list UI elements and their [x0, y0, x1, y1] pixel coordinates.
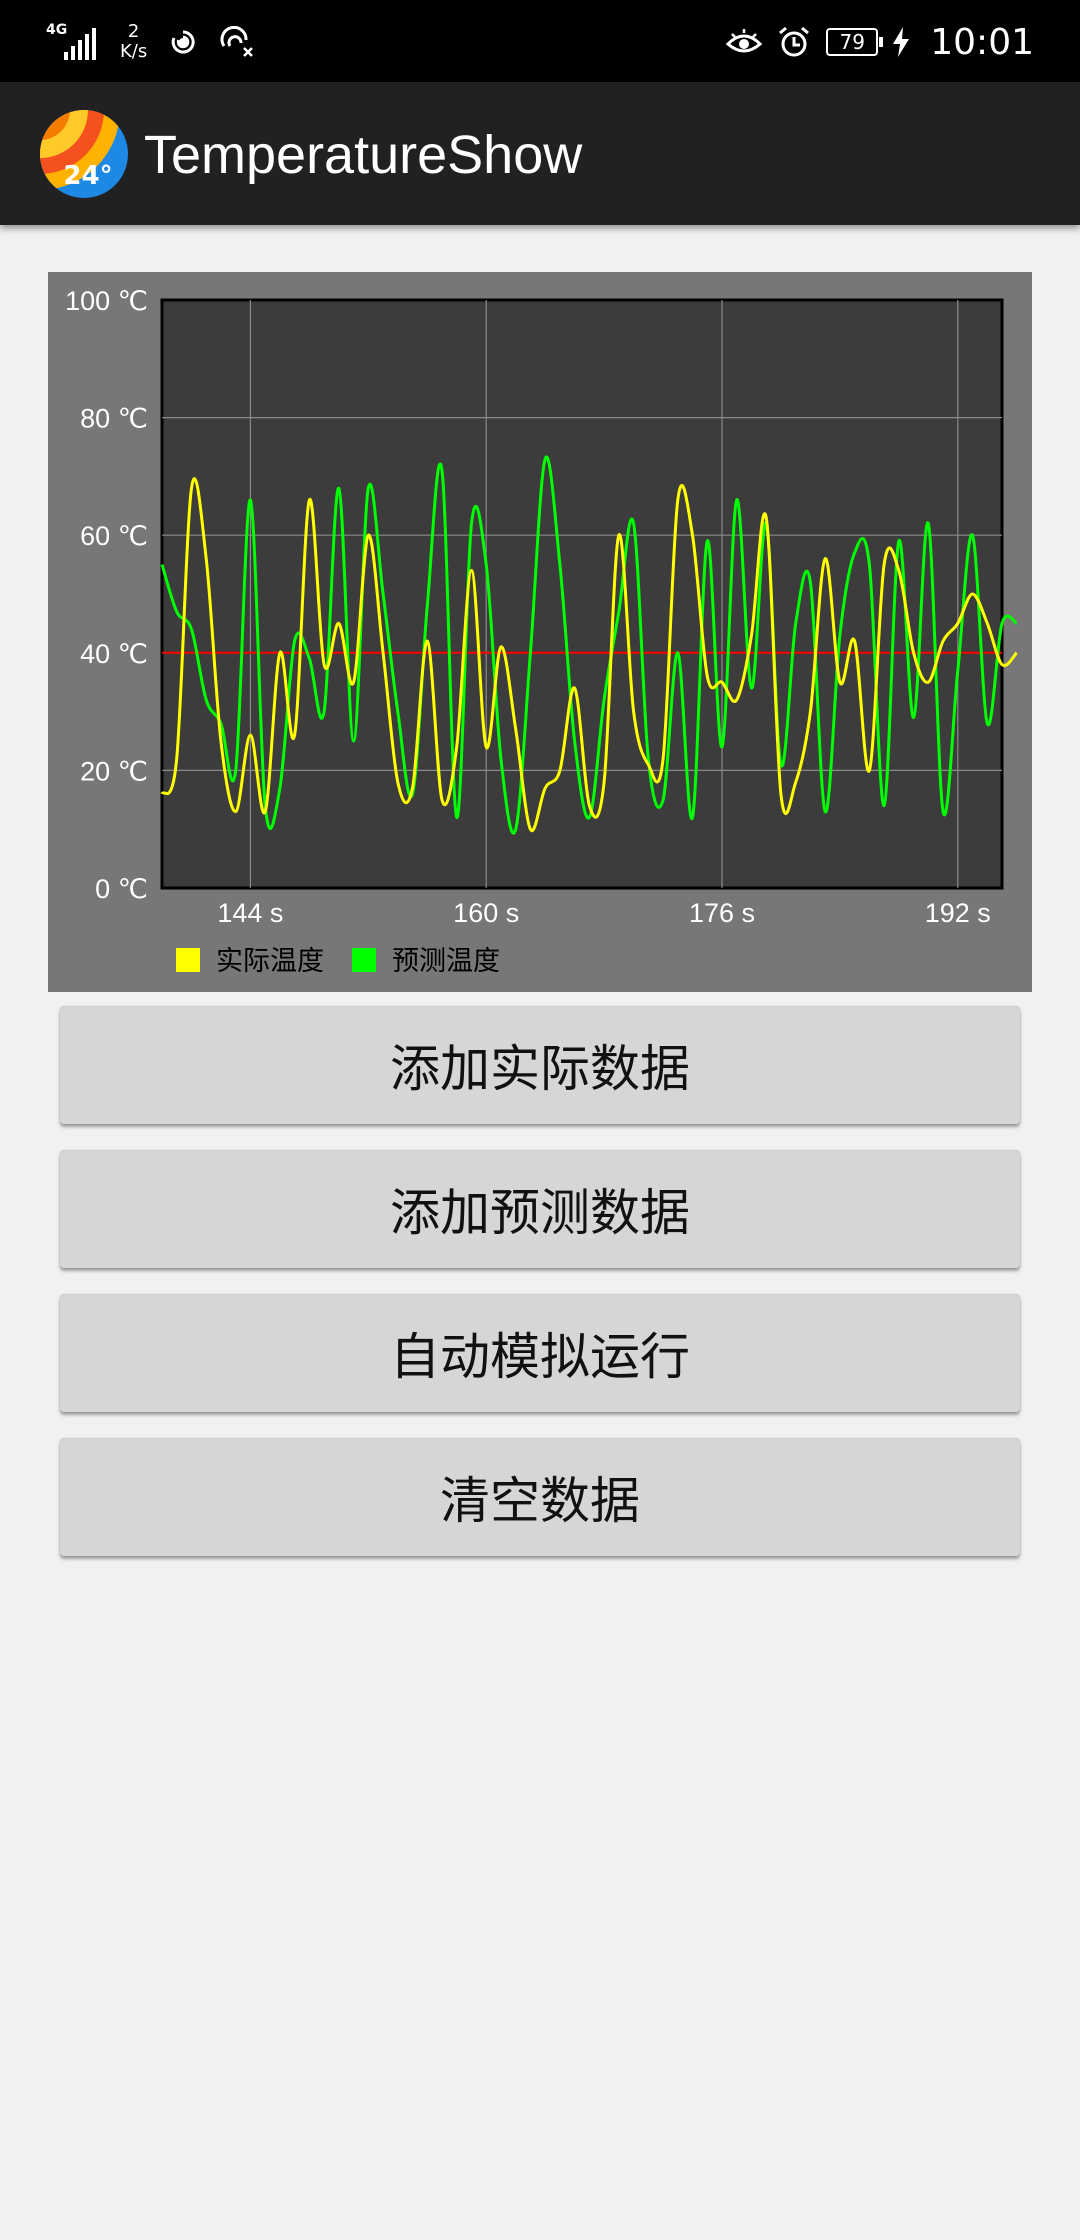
x-tick-label: 160 s	[453, 898, 519, 928]
legend-swatch	[176, 948, 200, 972]
battery-icon: 79	[826, 28, 884, 56]
alarm-icon	[776, 24, 812, 60]
y-tick-label: 40 ℃	[80, 639, 148, 669]
app-bar: 24° TemperatureShow	[0, 82, 1080, 225]
status-right: 79 10:01	[726, 14, 1034, 70]
battery-level: 79	[839, 30, 865, 54]
clear-data-button[interactable]: 清空数据	[60, 1438, 1020, 1556]
x-tick-label: 144 s	[217, 898, 283, 928]
x-tick-label: 176 s	[689, 898, 755, 928]
speed-value: 2	[127, 21, 140, 42]
logo-text: 24°	[63, 161, 112, 191]
add-actual-data-button[interactable]: 添加实际数据	[60, 1006, 1020, 1124]
auto-simulate-button[interactable]: 自动模拟运行	[60, 1294, 1020, 1412]
legend-label: 实际温度	[216, 946, 324, 977]
signal-icon: 4G	[46, 22, 102, 62]
x-tick-label: 192 s	[925, 898, 991, 928]
network-speed: 2 K/s	[120, 22, 147, 62]
y-tick-label: 60 ℃	[80, 521, 148, 551]
nfc-off-icon	[219, 24, 255, 60]
y-tick-label: 100 ℃	[65, 286, 148, 316]
clock: 10:01	[930, 21, 1034, 63]
y-tick-label: 80 ℃	[80, 404, 148, 434]
y-tick-label: 20 ℃	[80, 756, 148, 786]
speed-unit: K/s	[120, 41, 148, 62]
y-tick-label: 0 ℃	[95, 874, 148, 904]
temperature-chart[interactable]: 0 ℃ 20 ℃ 40 ℃ 60 ℃ 80 ℃ 100 ℃ 144 s 160 s 176 s 1…	[48, 272, 1032, 992]
legend-label: 预测温度	[392, 946, 500, 977]
legend-swatch	[352, 948, 376, 972]
eye-comfort-icon	[726, 24, 763, 60]
app-title: TemperatureShow	[144, 125, 583, 185]
charging-icon	[892, 24, 910, 60]
status-bar: 4G 2 K/s 79 10:01	[0, 0, 1080, 82]
hotspot-icon	[165, 24, 201, 60]
app-logo: 24°	[40, 110, 128, 198]
status-left: 4G 2 K/s	[46, 14, 255, 70]
add-predicted-data-button[interactable]: 添加预测数据	[60, 1150, 1020, 1268]
